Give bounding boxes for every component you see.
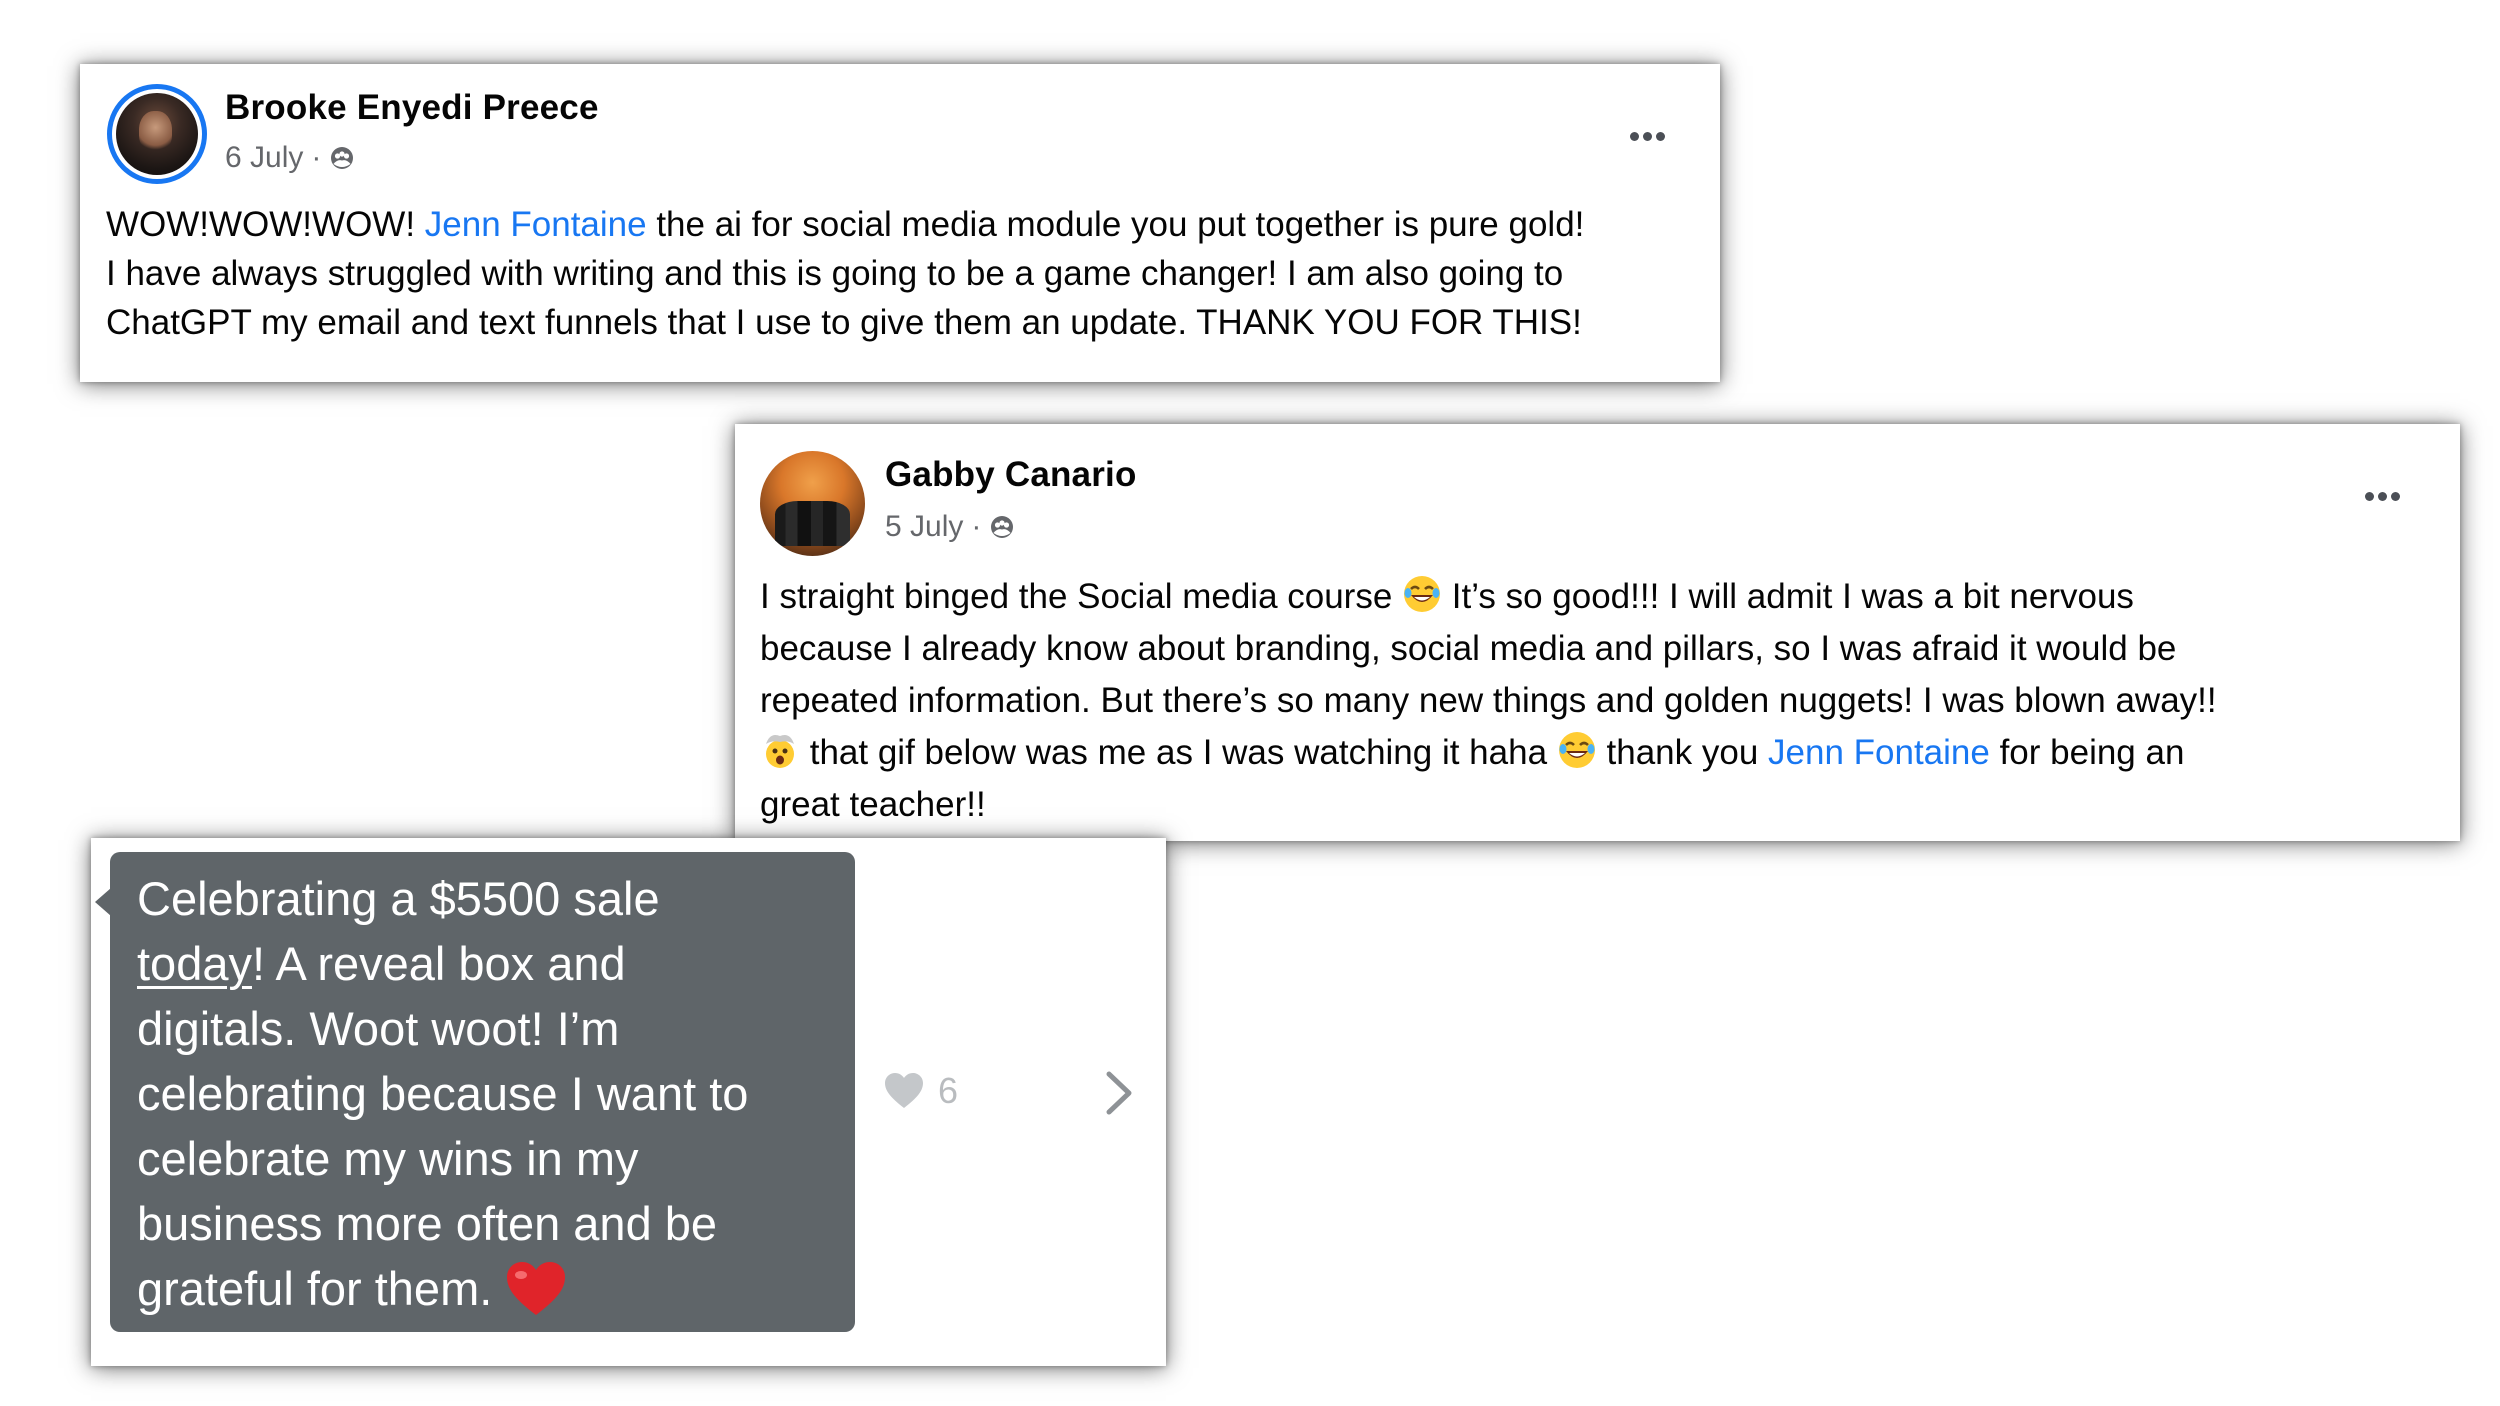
chevron-right-icon[interactable] bbox=[1099, 1068, 1139, 1118]
post-text-segment: repeated information. But there’s so man… bbox=[760, 681, 2217, 720]
post-text: I straight binged the Social media cours… bbox=[760, 571, 2440, 831]
heart-emoji-icon bbox=[507, 1262, 566, 1315]
more-dot-icon bbox=[1656, 132, 1665, 141]
post-text-segment: thank you bbox=[1596, 733, 1769, 772]
more-dot-icon bbox=[2391, 492, 2400, 501]
message-text: Celebrating a $5500 sale bbox=[137, 872, 660, 925]
post-text-segment: I have always struggled with writing and… bbox=[106, 254, 1564, 293]
more-dot-icon bbox=[2378, 492, 2387, 501]
message-text: grateful for them. bbox=[137, 1262, 506, 1315]
more-dot-icon bbox=[1643, 132, 1652, 141]
post-date[interactable]: 5 July bbox=[885, 510, 963, 544]
message-text: celebrating because I want to bbox=[137, 1067, 749, 1120]
post-meta: 5 July · bbox=[885, 510, 1015, 544]
heart-icon bbox=[885, 1073, 923, 1108]
post-text-segment: because I already know about branding, s… bbox=[760, 629, 2177, 668]
laughing-crying-emoji-icon bbox=[1558, 732, 1595, 768]
mention-link[interactable]: Jenn Fontaine bbox=[1768, 733, 1990, 772]
more-dot-icon bbox=[2365, 492, 2374, 501]
avatar-photo bbox=[774, 501, 851, 546]
post-text: WOW!WOW!WOW! Jenn Fontaine the ai for so… bbox=[106, 200, 1706, 347]
meta-separator: · bbox=[311, 141, 322, 174]
post-meta: 6 July · bbox=[225, 141, 355, 175]
post-text-segment: great teacher!! bbox=[760, 785, 986, 824]
post-text-segment: I straight binged the Social media cours… bbox=[760, 577, 1403, 616]
message-text: celebrate my wins in my bbox=[137, 1132, 639, 1185]
avatar-photo bbox=[116, 93, 198, 175]
message-underlined-word: today bbox=[137, 937, 252, 990]
testimonials-collage: Brooke Enyedi Preece 6 July · WOW!WOW!WO… bbox=[0, 0, 2500, 1406]
more-options-button[interactable] bbox=[2363, 468, 2402, 508]
post-text-segment: ChatGPT my email and text funnels that I… bbox=[106, 303, 1582, 342]
more-dot-icon bbox=[1630, 132, 1639, 141]
facebook-post-brooke: Brooke Enyedi Preece 6 July · WOW!WOW!WO… bbox=[80, 64, 1720, 382]
avatar[interactable] bbox=[107, 84, 207, 184]
like-count[interactable]: 6 bbox=[884, 1070, 958, 1112]
exploding-head-emoji-icon bbox=[766, 735, 794, 768]
author-name[interactable]: Brooke Enyedi Preece bbox=[225, 88, 599, 128]
avatar[interactable] bbox=[760, 451, 865, 556]
post-text-segment: It’s so good!!! I will admit I was a bit… bbox=[1442, 577, 2134, 616]
post-text-segment: the ai for social media module you put t… bbox=[646, 205, 1585, 244]
message-card: Celebrating a $5500 sale today! A reveal… bbox=[91, 838, 1166, 1366]
laughing-crying-emoji-icon bbox=[1404, 576, 1441, 612]
like-count-value: 6 bbox=[938, 1070, 959, 1111]
group-icon bbox=[991, 516, 1014, 538]
message-text: business more often and be bbox=[137, 1197, 718, 1250]
more-options-button[interactable] bbox=[1628, 108, 1667, 148]
author-name[interactable]: Gabby Canario bbox=[885, 455, 1137, 495]
mention-link[interactable]: Jenn Fontaine bbox=[425, 205, 647, 244]
post-text-segment: that gif below was me as I was watching … bbox=[800, 733, 1557, 772]
message-text: digitals. Woot woot! I’m bbox=[137, 1002, 620, 1055]
post-date[interactable]: 6 July bbox=[225, 141, 303, 175]
message-text: ! A reveal box and bbox=[251, 937, 626, 990]
group-icon bbox=[331, 147, 354, 169]
facebook-post-gabby: Gabby Canario 5 July · I straight binged… bbox=[735, 424, 2460, 841]
bubble-tail bbox=[95, 888, 111, 916]
post-text-segment: for being an bbox=[1989, 733, 2185, 772]
meta-separator: · bbox=[971, 510, 982, 543]
post-text-segment: WOW!WOW!WOW! bbox=[106, 205, 425, 244]
message-bubble[interactable]: Celebrating a $5500 sale today! A reveal… bbox=[110, 852, 855, 1332]
